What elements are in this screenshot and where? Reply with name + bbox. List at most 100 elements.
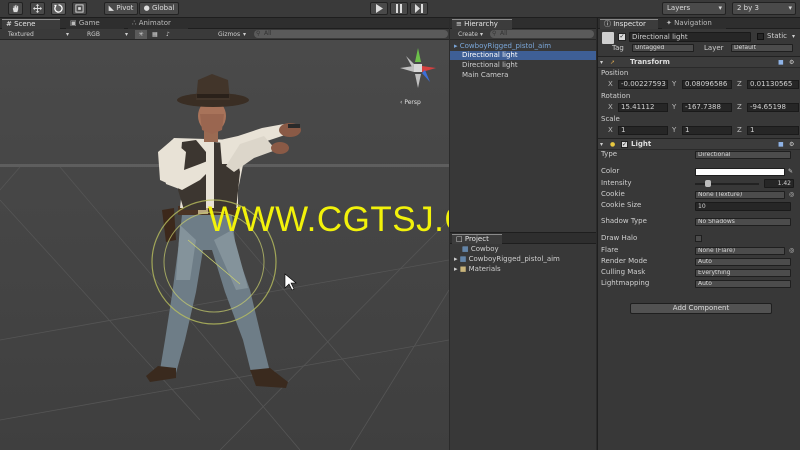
position-x-field[interactable]: -0.00227593 — [618, 80, 668, 89]
rotate-tool-button[interactable] — [51, 2, 66, 15]
tab-navigation[interactable]: ✦ Navigation — [662, 19, 726, 29]
step-icon — [415, 4, 423, 13]
expand-arrow-icon: ▾ — [600, 141, 604, 148]
scene-viewport[interactable]: ‹ Persp WWW.CGTSJ.COM — [0, 40, 449, 450]
hand-tool-button[interactable] — [8, 2, 23, 15]
object-picker-icon[interactable]: ◎ — [789, 246, 794, 255]
shadow-type-label: Shadow Type — [601, 217, 647, 225]
perspective-label[interactable]: ‹ Persp — [400, 98, 421, 107]
project-item[interactable]: ▦ Cowboy — [462, 245, 499, 254]
rotation-y-field[interactable]: -167.7388 — [682, 103, 732, 112]
help-icon[interactable]: ■ — [778, 58, 784, 67]
chevron-down-icon: ▾ — [66, 31, 70, 38]
light-enabled-checkbox[interactable]: ✓ — [621, 141, 628, 148]
main-toolbar: ◣ Pivot ● Global Layers ▾ 2 by 3 ▾ — [0, 0, 800, 18]
move-tool-button[interactable] — [30, 2, 45, 15]
create-dropdown[interactable]: Create — [458, 30, 478, 39]
move-icon — [33, 4, 42, 13]
project-item[interactable]: ▸ ▦ CowboyRigged_pistol_aim — [454, 255, 560, 264]
rotation-z-field[interactable]: -94.65198 — [747, 103, 799, 112]
add-component-button[interactable]: Add Component — [630, 303, 772, 314]
scene-orientation-gizmo-icon[interactable] — [396, 46, 440, 94]
tag-dropdown[interactable]: Untagged — [632, 44, 694, 52]
light-header[interactable]: ▾ ● ✓ Light ■ ⚙ — [598, 138, 800, 150]
chevron-down-icon: ▾ — [718, 4, 722, 12]
layout-dropdown[interactable]: 2 by 3 ▾ — [732, 2, 796, 15]
scale-z-field[interactable]: 1 — [747, 126, 799, 135]
gizmos-dropdown[interactable]: Gizmos — [218, 30, 240, 39]
hierarchy-panel: ≡ Hierarchy Create ▾ ⚲ All ▸ CowboyRigge… — [450, 18, 596, 232]
pivot-toggle[interactable]: ◣ Pivot — [104, 2, 138, 15]
tab-animator[interactable]: ∴ Animator — [128, 19, 188, 29]
position-z-field[interactable]: 0.01130565 — [747, 80, 799, 89]
eyedropper-icon[interactable]: ✎ — [788, 167, 793, 176]
lightmapping-dropdown[interactable]: Auto — [695, 280, 791, 288]
flare-field[interactable]: None (Flare) — [695, 247, 785, 255]
render-mode-dropdown[interactable]: Textured — [8, 30, 34, 39]
intensity-field[interactable]: 1.42 — [764, 179, 794, 188]
pause-button[interactable] — [390, 2, 408, 15]
hierarchy-item[interactable]: Directional light — [462, 61, 518, 70]
hand-icon — [12, 4, 19, 13]
search-icon: ⚲ — [256, 30, 261, 37]
play-button[interactable] — [370, 2, 388, 15]
tab-game[interactable]: ▣ Game — [66, 19, 124, 29]
cookie-size-field[interactable]: 10 — [695, 202, 791, 211]
position-x-label: X — [608, 80, 613, 88]
scale-x-field[interactable]: 1 — [618, 126, 668, 135]
tab-inspector[interactable]: ⓘ Inspector — [600, 19, 658, 29]
step-button[interactable] — [410, 2, 428, 15]
transform-title: Transform — [630, 58, 670, 66]
rotation-x-label: X — [608, 103, 613, 111]
shadow-type-dropdown[interactable]: No Shadows — [695, 218, 791, 226]
layers-dropdown[interactable]: Layers ▾ — [662, 2, 726, 15]
transform-icon: ➚ — [610, 59, 616, 66]
rotation-y-label: Y — [672, 103, 677, 111]
inspector-tabbar: ⓘ Inspector ✦ Navigation — [598, 18, 800, 29]
tab-project[interactable]: □ Project — [452, 234, 502, 244]
rotation-z-label: Z — [737, 103, 742, 111]
culling-mask-dropdown[interactable]: Everything — [695, 269, 791, 277]
position-y-field[interactable]: 0.08096586 — [682, 80, 732, 89]
hierarchy-item[interactable]: ▸ CowboyRigged_pistol_aim — [454, 42, 551, 51]
cookie-label: Cookie — [601, 190, 625, 198]
color-swatch[interactable] — [695, 168, 785, 176]
tab-animator-label: Animator — [138, 19, 171, 27]
project-item[interactable]: ▸ ■ Materials — [454, 265, 501, 274]
expand-arrow-icon: ▸ — [454, 42, 458, 50]
tab-inspector-label: Inspector — [613, 20, 646, 28]
lighting-toggle-icon[interactable]: ✳ — [135, 30, 147, 39]
list-icon: ≡ — [456, 20, 462, 28]
tab-hierarchy[interactable]: ≡ Hierarchy — [452, 19, 512, 29]
layer-dropdown[interactable]: Default — [731, 44, 793, 52]
perspective-icon: ‹ — [400, 99, 403, 106]
render-mode-dropdown[interactable]: Auto — [695, 258, 791, 266]
audio-toggle-icon[interactable]: ♪ — [166, 30, 170, 39]
object-name-field[interactable]: Directional light — [629, 32, 751, 42]
hierarchy-search-input[interactable]: ⚲ All — [490, 30, 594, 38]
object-picker-icon[interactable]: ◎ — [789, 190, 794, 199]
image-toggle-icon[interactable]: ▦ — [152, 30, 158, 39]
lightbulb-icon: ● — [610, 141, 616, 148]
gear-icon[interactable]: ⚙ — [789, 140, 794, 149]
rotation-x-field[interactable]: 15.41112 — [618, 103, 668, 112]
scale-tool-button[interactable] — [72, 2, 87, 15]
static-checkbox[interactable] — [757, 33, 764, 40]
channel-dropdown[interactable]: RGB — [87, 30, 100, 39]
gear-icon[interactable]: ⚙ — [789, 58, 794, 67]
transform-header[interactable]: ▾ ➚ Transform ■ ⚙ — [598, 56, 800, 68]
type-dropdown[interactable]: Directional — [695, 151, 791, 159]
cookie-field[interactable]: None (Texture) — [695, 191, 785, 199]
draw-halo-checkbox[interactable] — [695, 235, 702, 242]
global-toggle[interactable]: ● Global — [139, 2, 179, 15]
scale-y-field[interactable]: 1 — [682, 126, 732, 135]
chevron-down-icon[interactable]: ▾ — [792, 32, 795, 41]
scene-search-input[interactable]: ⚲ All — [254, 30, 448, 38]
active-checkbox[interactable]: ✓ — [618, 33, 626, 41]
hierarchy-item[interactable]: Main Camera — [462, 71, 508, 80]
hierarchy-item[interactable]: Directional light — [450, 51, 596, 60]
help-icon[interactable]: ■ — [778, 140, 784, 149]
project-item-label: Cowboy — [470, 245, 499, 253]
intensity-slider-handle[interactable] — [705, 180, 711, 187]
tab-scene[interactable]: # Scene — [2, 19, 60, 29]
